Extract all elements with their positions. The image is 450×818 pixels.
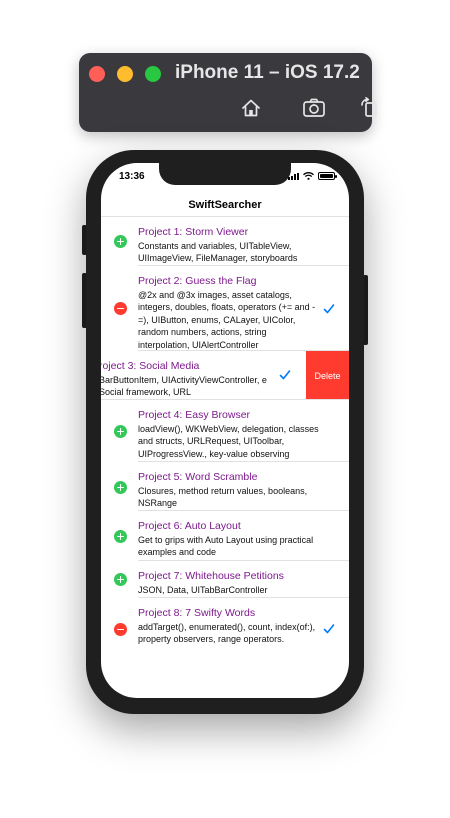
home-icon	[242, 99, 260, 117]
row-subtitle: BarButtonItem, UIActivityViewController,…	[101, 375, 267, 398]
checkmark-icon	[323, 304, 335, 314]
insert-control-icon[interactable]	[114, 573, 127, 586]
row-title: Project 7: Whitehouse Petitions	[138, 570, 284, 582]
row-subtitle: addTarget(), enumerated(), count, index(…	[138, 622, 316, 645]
table-row[interactable]: Project 7: Whitehouse Petitions JSON, Da…	[101, 561, 349, 598]
table-row[interactable]: Project 1: Storm Viewer Constants and va…	[101, 217, 349, 266]
delete-control-icon[interactable]	[114, 623, 127, 636]
close-window-button[interactable]	[89, 66, 105, 82]
row-subtitle: @2x and @3x images, asset catalogs, inte…	[138, 290, 316, 350]
row-title: Project 5: Word Scramble	[138, 471, 258, 483]
rotate-icon	[361, 97, 377, 117]
row-subtitle: loadView(), WKWebView, delegation, class…	[138, 424, 319, 459]
table-row[interactable]: Project 4: Easy Browser loadView(), WKWe…	[101, 400, 349, 462]
nav-title: SwiftSearcher	[188, 199, 262, 211]
row-title: Project 6: Auto Layout	[138, 520, 241, 532]
phone-screen: 13:36 SwiftSearcher Project 1: Storm Vie…	[101, 163, 349, 698]
screenshot-button[interactable]	[301, 95, 327, 121]
table-row[interactable]: Project 8: 7 Swifty Words addTarget(), e…	[101, 598, 349, 660]
delete-button[interactable]: Delete	[306, 351, 349, 400]
row-title: Project 4: Easy Browser	[138, 409, 251, 421]
rotate-button[interactable]	[357, 95, 383, 121]
row-subtitle: JSON, Data, UITabBarController	[138, 585, 268, 595]
table-row[interactable]: Project 6: Auto Layout Get to grips with…	[101, 511, 349, 561]
insert-control-icon[interactable]	[114, 481, 127, 494]
delete-control-icon[interactable]	[114, 302, 127, 315]
status-time: 13:36	[119, 171, 145, 182]
table-row[interactable]: Project 2: Guess the Flag @2x and @3x im…	[101, 266, 349, 351]
home-button[interactable]	[238, 95, 264, 121]
table-row[interactable]: roject 3: Social Media BarButtonItem, UI…	[101, 351, 349, 400]
signal-icon	[288, 172, 299, 180]
notch	[159, 163, 291, 185]
checkmark-icon	[323, 624, 335, 634]
row-subtitle: Constants and variables, UITableView, UI…	[138, 241, 298, 264]
row-subtitle: Get to grips with Auto Layout using prac…	[138, 535, 314, 558]
row-title: Project 1: Storm Viewer	[138, 226, 249, 238]
insert-control-icon[interactable]	[114, 425, 127, 438]
insert-control-icon[interactable]	[114, 235, 127, 248]
simulator-title: iPhone 11 – iOS 17.2	[175, 62, 360, 83]
row-title: roject 3: Social Media	[101, 360, 200, 372]
table-row[interactable]: Project 5: Word Scramble Closures, metho…	[101, 462, 349, 511]
minimize-window-button[interactable]	[117, 66, 133, 82]
project-table[interactable]: Project 1: Storm Viewer Constants and va…	[101, 217, 349, 660]
checkmark-icon	[279, 370, 291, 380]
status-icons	[288, 172, 337, 180]
wifi-icon	[303, 172, 314, 180]
battery-icon	[318, 172, 337, 180]
insert-control-icon[interactable]	[114, 530, 127, 543]
row-title: Project 2: Guess the Flag	[138, 275, 257, 287]
screenshot-icon	[303, 98, 325, 117]
zoom-window-button[interactable]	[145, 66, 161, 82]
simulator-toolbar: iPhone 11 – iOS 17.2	[79, 53, 377, 132]
row-subtitle: Closures, method return values, booleans…	[138, 486, 308, 509]
row-title: Project 8: 7 Swifty Words	[138, 607, 256, 619]
